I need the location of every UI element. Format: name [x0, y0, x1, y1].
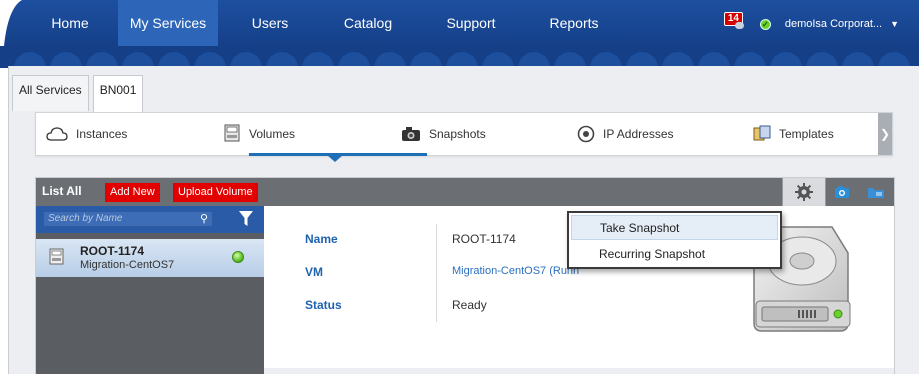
status-ready-icon: [232, 251, 244, 263]
tab-bn001[interactable]: BN001: [92, 75, 144, 112]
list-item[interactable]: ROOT-1174 Migration-CentOS7: [36, 239, 284, 277]
menu-recurring-snapshot[interactable]: Recurring Snapshot: [571, 242, 778, 267]
subnav-snapshots[interactable]: Snapshots: [401, 113, 486, 155]
online-status-icon: ✓: [759, 18, 771, 30]
nav-catalog[interactable]: Catalog: [340, 0, 396, 46]
chevron-right-icon[interactable]: ❯: [878, 113, 892, 155]
detail-status-value: Ready: [452, 298, 487, 312]
top-nav: Home My Services Users Catalog Support R…: [0, 0, 919, 52]
subnav-templates-label: Templates: [779, 127, 834, 141]
templates-icon: [753, 125, 771, 141]
search-row: Search by Name ⚲: [36, 206, 264, 233]
search-input[interactable]: Search by Name ⚲: [43, 211, 213, 227]
volume-icon: [224, 124, 240, 142]
detail-vm-link[interactable]: Migration-CentOS7 (Runn: [452, 265, 579, 277]
detail-divider: [436, 224, 437, 322]
filter-icon[interactable]: [239, 211, 253, 227]
subnav-snapshots-label: Snapshots: [429, 127, 486, 141]
folder-button[interactable]: [862, 178, 890, 206]
ip-address-icon: [577, 125, 595, 143]
snapshot-button[interactable]: [828, 178, 856, 206]
chat-bubble-icon: [734, 22, 744, 29]
volume-list: Search by Name ⚲ ROOT-1174 Migration-Cen…: [36, 206, 284, 374]
subnav-volumes[interactable]: Volumes: [223, 113, 295, 155]
camera-icon: [402, 127, 420, 141]
nav-home[interactable]: Home: [48, 0, 92, 46]
search-icon[interactable]: ⚲: [200, 212, 208, 226]
subnav-volumes-label: Volumes: [249, 127, 296, 141]
add-new-button[interactable]: Add New: [105, 183, 160, 202]
actions-gear-button[interactable]: [782, 178, 826, 206]
upload-volume-button[interactable]: Upload Volume: [173, 183, 258, 202]
detail-name-value: ROOT-1174: [452, 232, 516, 246]
volume-icon: [49, 248, 64, 265]
detail-vm-label: VM: [305, 265, 323, 279]
cloud-icon: [46, 127, 68, 141]
folder-icon: [868, 188, 884, 198]
chevron-down-icon[interactable]: ▼: [890, 19, 899, 29]
subnav-ip-addresses-label: IP Addresses: [603, 127, 674, 141]
search-placeholder: Search by Name: [48, 213, 123, 224]
detail-footer: [264, 368, 894, 374]
subnav-instances-label: Instances: [76, 127, 128, 141]
scallop-band: [0, 46, 919, 68]
notification-bell[interactable]: 14: [723, 12, 746, 33]
subnav-ip-addresses[interactable]: IP Addresses: [577, 113, 674, 155]
list-item-selection: [36, 239, 284, 277]
gear-icon: [795, 183, 813, 201]
tab-all-services[interactable]: All Services: [12, 75, 89, 111]
list-toolbar: List All Add New Upload Volume: [36, 178, 894, 206]
nav-reports[interactable]: Reports: [546, 0, 602, 46]
nav-users[interactable]: Users: [248, 0, 292, 46]
list-all-title[interactable]: List All: [42, 184, 82, 198]
list-item-vm: Migration-CentOS7: [80, 259, 175, 271]
resource-subnav: Instances Volumes Snapshots IP Addresses…: [35, 112, 893, 162]
nav-support[interactable]: Support: [446, 0, 496, 46]
subnav-templates[interactable]: Templates: [753, 113, 834, 155]
subnav-instances[interactable]: Instances: [46, 113, 127, 155]
nav-user-area: 14 ✓ demoIsa Corporat... ▼: [723, 12, 899, 36]
detail-name-label: Name: [305, 232, 338, 246]
account-name[interactable]: demoIsa Corporat...: [785, 18, 882, 30]
subnav-active-pointer: [327, 155, 343, 162]
menu-take-snapshot[interactable]: Take Snapshot: [571, 215, 778, 240]
snapshot-context-menu: Take Snapshot Recurring Snapshot: [567, 211, 782, 269]
nav-my-services[interactable]: My Services: [118, 0, 218, 46]
detail-status-label: Status: [305, 298, 342, 312]
camera-icon: [835, 186, 849, 198]
list-item-name: ROOT-1174: [80, 244, 145, 258]
service-tabs: All Services BN001: [12, 75, 147, 112]
